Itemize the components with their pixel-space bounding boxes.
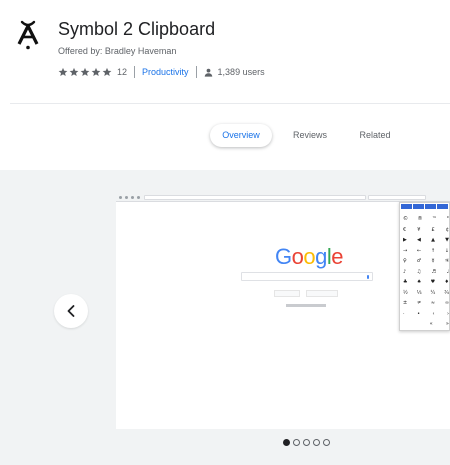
rating-count[interactable]: 12 — [117, 67, 127, 77]
screenshot-feeling-lucky-button — [306, 290, 338, 297]
star-icon — [80, 67, 90, 77]
extension-header: Symbol 2 Clipboard Offered by: Bradley H… — [0, 0, 450, 104]
screenshot-gallery: Google © ® ™ ° € ¥ £ ¢ ▶ ◀ ▲ ▼ → ← ↑ ↓ ♀ ♂ ☿ ♃ ♪ ♫ ♬ ♩ ♣ ♠ ♥… — [0, 170, 450, 465]
screenshot-google-search-box — [241, 272, 373, 281]
screenshot-search-bar — [368, 195, 426, 200]
gallery-dot-5[interactable] — [323, 439, 330, 446]
category-link[interactable]: Productivity — [142, 67, 189, 77]
previous-screenshot-button[interactable] — [54, 294, 88, 328]
user-count: 1,389 users — [204, 67, 265, 77]
google-logo: Google — [275, 244, 344, 269]
detail-tabs: Overview Reviews Related — [0, 124, 450, 148]
mic-icon — [367, 275, 369, 279]
screenshot-symbol-panel: © ® ™ ° € ¥ £ ¢ ▶ ◀ ▲ ▼ → ← ↑ ↓ ♀ ♂ ☿ ♃ ♪ ♫ ♬ ♩ ♣ ♠ ♥ ♦ ½⅓¼¾ … — [399, 202, 450, 331]
screenshot-language-line — [286, 304, 326, 307]
gallery-dot-4[interactable] — [313, 439, 320, 446]
header-divider — [10, 103, 450, 104]
screenshot-address-bar — [144, 195, 366, 200]
extension-title: Symbol 2 Clipboard — [58, 19, 216, 39]
symbol-panel-tab — [413, 204, 424, 209]
browser-nav-dot — [131, 196, 134, 199]
tab-reviews[interactable]: Reviews — [290, 124, 330, 147]
browser-nav-dot — [137, 196, 140, 199]
symbol-panel-tab — [437, 204, 448, 209]
chevron-left-icon — [67, 305, 75, 317]
symbol-grid: © ® ™ ° € ¥ £ ¢ ▶ ◀ ▲ ▼ → ← ↑ ↓ ♀ ♂ ☿ ♃ ♪ ♫ ♬ ♩ ♣ ♠ ♥ ♦ ½⅓¼¾ … — [403, 216, 449, 327]
meta-separator — [195, 66, 197, 78]
star-icon — [102, 67, 112, 77]
symbol-panel-tab — [401, 204, 412, 209]
gallery-dot-1[interactable] — [283, 439, 290, 446]
extension-meta: 12 Productivity 1,389 users — [58, 66, 265, 78]
meta-separator — [134, 66, 136, 78]
browser-nav-dot — [125, 196, 128, 199]
star-icon — [58, 67, 68, 77]
symbol-panel-tab — [425, 204, 436, 209]
screenshot-google-search-button — [274, 290, 300, 297]
gallery-dot-3[interactable] — [303, 439, 310, 446]
tab-overview[interactable]: Overview — [210, 124, 272, 147]
browser-nav-dot — [119, 196, 122, 199]
star-icon — [69, 67, 79, 77]
gallery-dot-2[interactable] — [293, 439, 300, 446]
screenshot-image: Google © ® ™ ° € ¥ £ ¢ ▶ ◀ ▲ ▼ → ← ↑ ↓ ♀ ♂ ☿ ♃ ♪ ♫ ♬ ♩ ♣ ♠ ♥… — [116, 194, 450, 429]
app-icon — [17, 20, 39, 50]
user-count-label: 1,389 users — [217, 67, 265, 77]
star-icon — [91, 67, 101, 77]
offered-by: Offered by: Bradley Haveman — [58, 46, 177, 56]
symbol-panel-tabs — [401, 204, 449, 209]
gallery-pagination — [283, 439, 333, 446]
screenshot-browser-bar — [116, 194, 450, 202]
tab-related[interactable]: Related — [356, 124, 394, 147]
rating-stars[interactable]: 12 — [58, 67, 127, 77]
person-icon — [204, 68, 212, 77]
